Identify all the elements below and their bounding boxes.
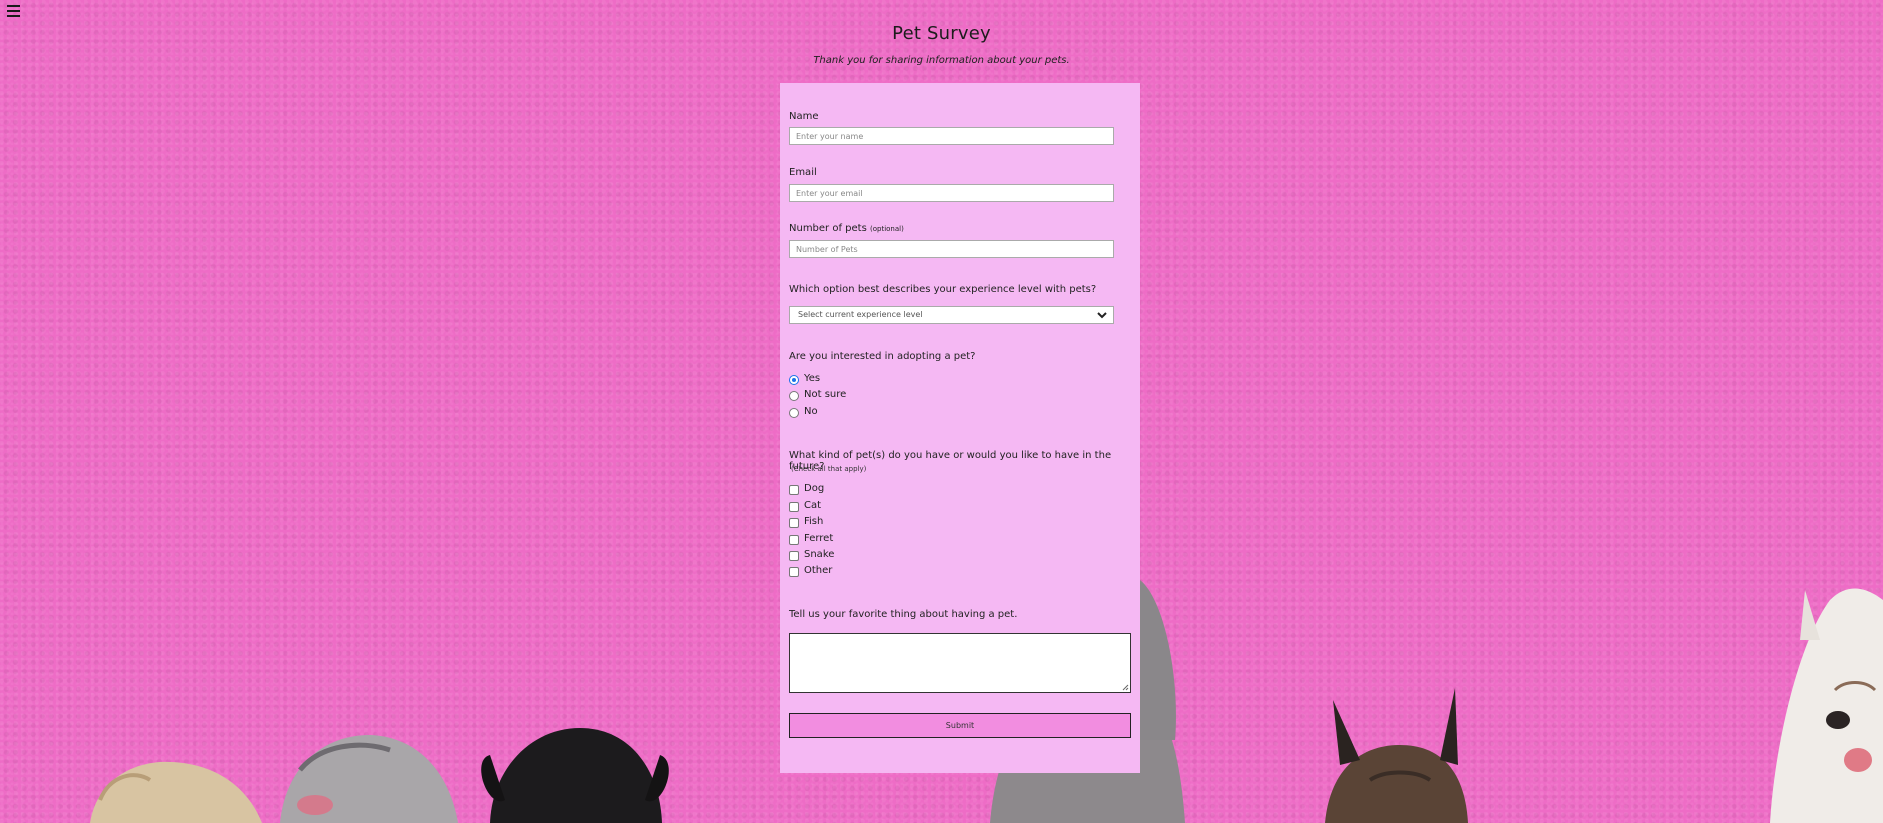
hamburger-menu-icon[interactable] bbox=[7, 5, 20, 17]
page-title: Pet Survey bbox=[892, 23, 991, 44]
name-input[interactable] bbox=[789, 127, 1114, 145]
adopt-option-label: Not sure bbox=[804, 389, 847, 400]
pets-count-label: Number of pets (optional) bbox=[789, 223, 904, 234]
checkbox[interactable] bbox=[789, 535, 799, 545]
checkbox[interactable] bbox=[789, 551, 799, 561]
pet-kind-label: Ferret bbox=[804, 533, 834, 544]
pets-count-input[interactable] bbox=[789, 240, 1114, 258]
pet-kind-label: Fish bbox=[804, 516, 824, 527]
pet-kind-label: Dog bbox=[804, 483, 825, 494]
experience-question: Which option best describes your experie… bbox=[789, 284, 1097, 295]
resize-grip-icon[interactable] bbox=[1122, 684, 1129, 691]
checkbox[interactable] bbox=[789, 502, 799, 512]
chevron-down-icon bbox=[1097, 312, 1107, 319]
favorite-question: Tell us your favorite thing about having… bbox=[789, 609, 1018, 620]
radio-button[interactable] bbox=[789, 391, 799, 401]
survey-form: Name Email Number of pets (optional) Whi… bbox=[780, 83, 1140, 773]
name-label: Name bbox=[789, 111, 819, 122]
checkbox[interactable] bbox=[789, 518, 799, 528]
check-all-note: (Check all that apply) bbox=[791, 465, 867, 473]
radio-button[interactable] bbox=[789, 375, 799, 385]
adopt-option-label: Yes bbox=[804, 373, 821, 384]
experience-select[interactable]: Select current experience level bbox=[789, 306, 1114, 324]
email-label: Email bbox=[789, 167, 817, 178]
adopt-question: Are you interested in adopting a pet? bbox=[789, 351, 976, 362]
header: Pet Survey bbox=[0, 23, 1883, 44]
pet-kind-label: Snake bbox=[804, 549, 835, 560]
pet-kind-label: Other bbox=[804, 565, 833, 576]
adopt-option-label: No bbox=[804, 406, 818, 417]
experience-selected-value: Select current experience level bbox=[798, 310, 923, 319]
checkbox[interactable] bbox=[789, 567, 799, 577]
checkbox[interactable] bbox=[789, 485, 799, 495]
favorite-textarea[interactable] bbox=[789, 633, 1131, 693]
pets-count-label-text: Number of pets bbox=[789, 223, 867, 234]
radio-button[interactable] bbox=[789, 408, 799, 418]
submit-button[interactable]: Submit bbox=[789, 713, 1131, 738]
optional-note: (optional) bbox=[870, 225, 904, 233]
pet-kind-label: Cat bbox=[804, 500, 822, 511]
email-input[interactable] bbox=[789, 184, 1114, 202]
page-subtitle: Thank you for sharing information about … bbox=[813, 55, 1070, 66]
